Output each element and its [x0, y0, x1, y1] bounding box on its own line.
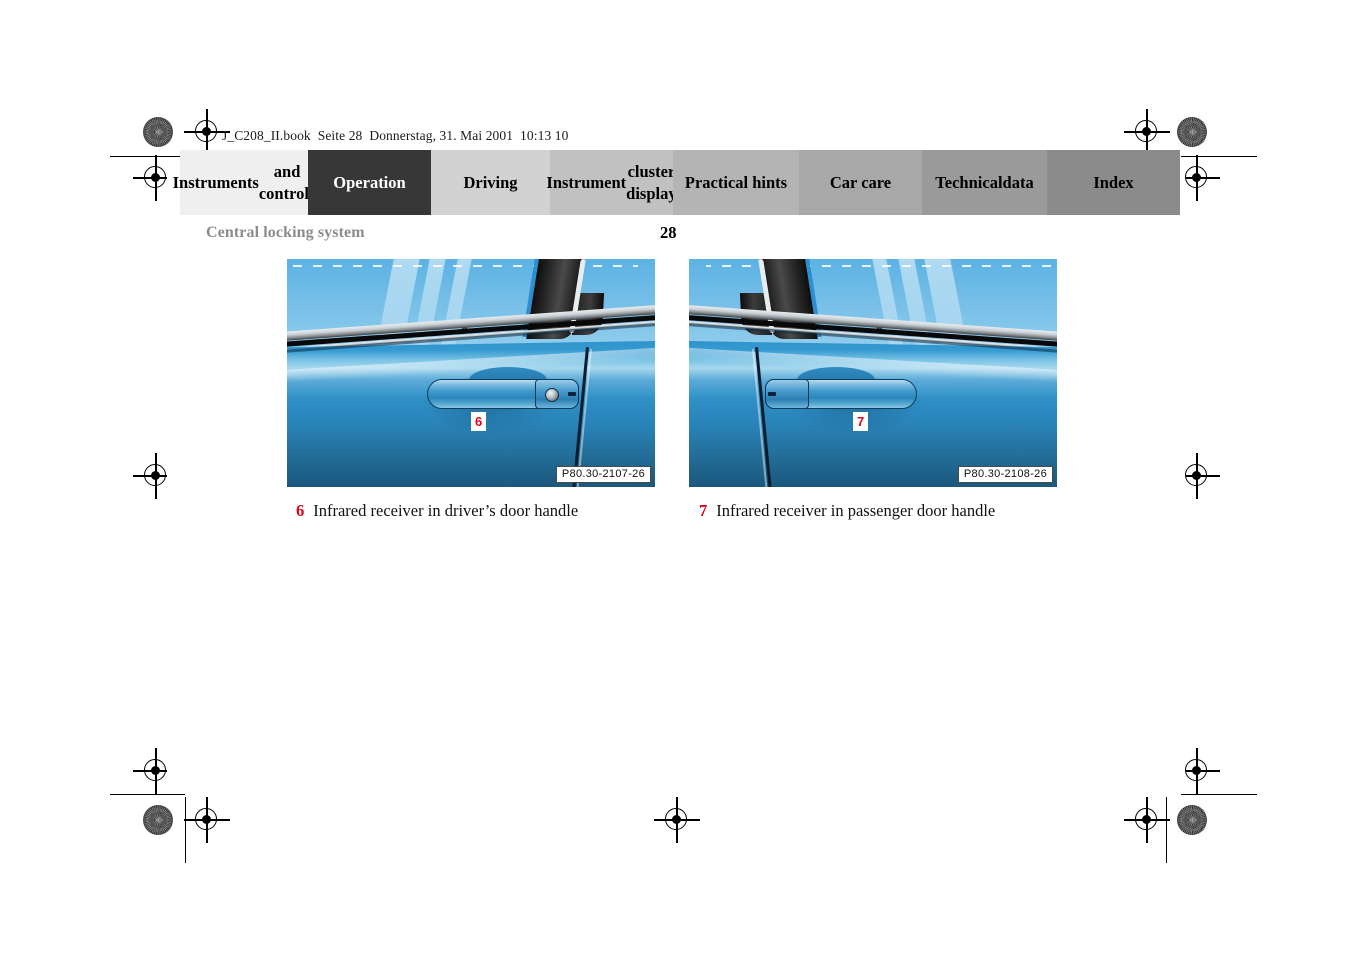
tab-label-line: Technical	[935, 172, 1003, 192]
trim-line-vertical-right	[1165, 797, 1167, 863]
trim-line-bottom-left	[110, 793, 185, 795]
callout-7: 7	[853, 412, 869, 431]
figure-passenger-door-artwork	[689, 259, 1057, 487]
trim-line-top-right	[1181, 155, 1257, 157]
caption-driver-door: 6 Infrared receiver in driver’s door hand…	[296, 501, 578, 521]
tab-label-line: Driving	[463, 172, 518, 192]
registration-mark-bottom-right-lower	[1124, 797, 1170, 843]
trim-line-top-left	[110, 155, 185, 157]
halftone-dot-top-right	[1177, 117, 1207, 147]
tab-operation[interactable]: Operation	[308, 150, 431, 215]
registration-mark-middle-left	[133, 453, 179, 499]
book-file-header: J_C208_II.book Seite 28 Donnerstag, 31. …	[222, 128, 569, 143]
tab-car-care[interactable]: Car care	[799, 150, 922, 215]
registration-mark-bottom-right-upper	[1174, 748, 1220, 794]
tab-practical-hints[interactable]: Practical hints	[673, 150, 799, 215]
halftone-dot-bottom-right	[1177, 805, 1207, 835]
callout-6: 6	[471, 412, 487, 431]
tab-index[interactable]: Index	[1047, 150, 1180, 215]
caption-number-6: 6	[296, 501, 305, 520]
tab-label-line: Instrument	[546, 172, 627, 192]
tab-label-line: Instruments	[172, 172, 259, 192]
tab-label-line: Practical hints	[684, 172, 788, 192]
lock-cylinder	[545, 388, 559, 402]
registration-mark-bottom-left-lower	[184, 797, 230, 843]
halftone-dot-top-left	[143, 117, 173, 147]
tab-label-line: Car care	[829, 172, 892, 192]
tab-label-line: Operation	[333, 172, 406, 192]
infrared-receiver-slot	[568, 392, 576, 396]
tab-label-line: cluster display	[626, 162, 677, 203]
registration-mark-bottom-left-upper	[133, 748, 179, 794]
caption-passenger-door: 7 Infrared receiver in passenger door han…	[699, 501, 995, 521]
trim-line-vertical-left	[184, 797, 186, 863]
tab-instrument-cluster-display[interactable]: Instrument cluster display	[546, 150, 677, 215]
tab-driving[interactable]: Driving	[431, 150, 550, 215]
figure-passenger-door: 7 P80.30-2108-26	[689, 259, 1057, 487]
registration-mark-bottom-center	[654, 797, 700, 843]
chapter-tab-bar: Instruments and controls Operation Driving I…	[173, 150, 1180, 215]
registration-mark-middle-right	[1174, 453, 1220, 499]
trim-line-bottom-right	[1181, 793, 1257, 795]
tab-label-line: Index	[1093, 172, 1134, 192]
infrared-receiver-slot	[768, 392, 776, 396]
page-number: 28	[660, 223, 677, 242]
tab-label-line: data	[1002, 172, 1034, 192]
caption-text-7: Infrared receiver in passenger door hand…	[716, 501, 996, 520]
caption-number-7: 7	[699, 501, 708, 520]
tab-label-line: and controls	[258, 162, 316, 203]
registration-mark-top-right-lower	[1174, 155, 1220, 201]
caption-text-6: Infrared receiver in driver’s door handl…	[313, 501, 579, 520]
tab-technical-data[interactable]: Technical data	[922, 150, 1047, 215]
halftone-dot-bottom-left	[143, 805, 173, 835]
registration-mark-top-right-upper	[1124, 109, 1170, 155]
image-code-label-1: P80.30-2107-26	[555, 466, 651, 483]
running-head-section-title: Central locking system	[206, 224, 365, 241]
image-code-label-2: P80.30-2108-26	[957, 466, 1053, 483]
tab-instruments-and-controls[interactable]: Instruments and controls	[173, 150, 315, 215]
figure-driver-door-artwork	[287, 259, 655, 487]
figure-driver-door: 6 P80.30-2107-26	[287, 259, 655, 487]
